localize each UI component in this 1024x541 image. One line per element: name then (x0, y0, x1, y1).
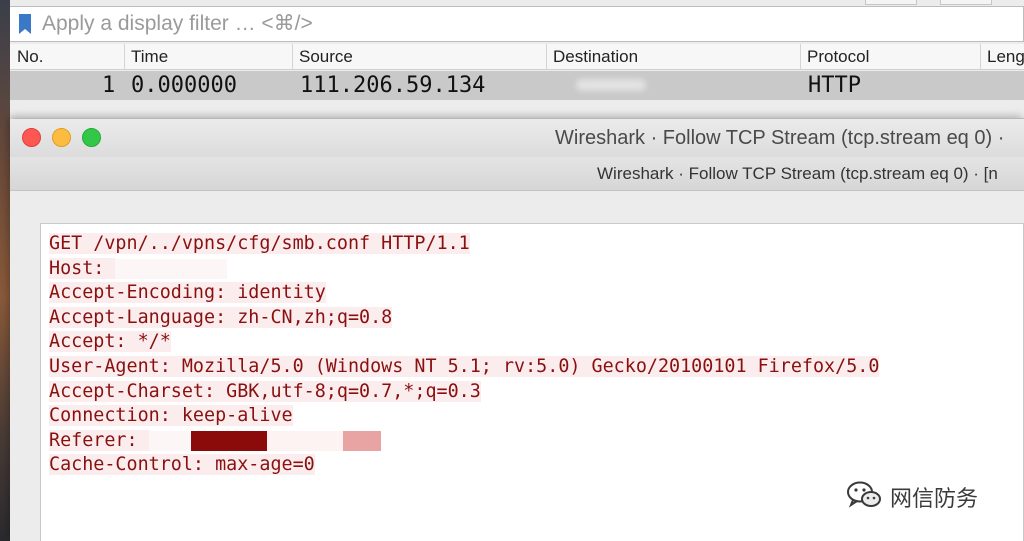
column-header-time[interactable]: Time (124, 44, 292, 70)
follow-tcp-stream-window: Wireshark · Follow TCP Stream (tcp.strea… (10, 118, 1024, 541)
stream-text: GET /vpn/../vpns/cfg/smb.conf HTTP/1.1 H… (49, 232, 880, 478)
watermark-text: 网信防务 (890, 486, 979, 511)
display-filter-bar (10, 6, 1024, 42)
redacted-referer (148, 430, 191, 451)
stream-line: Connection: keep-alive (49, 405, 293, 427)
stream-line: Cache-Control: max-age=0 (49, 454, 315, 476)
packet-no: 1 (102, 73, 116, 98)
toolbar-button[interactable] (940, 0, 992, 5)
packet-row[interactable]: 1 0.000000 111.206.59.134 HTTP (10, 71, 1024, 100)
packet-protocol: HTTP (808, 73, 861, 98)
window-title: Wireshark · Follow TCP Stream (tcp.strea… (555, 127, 1005, 149)
column-header-destination[interactable]: Destination (546, 44, 800, 70)
redacted-referer (342, 430, 381, 451)
stream-line: Accept: */* (49, 331, 171, 353)
column-header-protocol[interactable]: Protocol (800, 44, 980, 70)
stream-line: User-Agent: Mozilla/5.0 (Windows NT 5.1;… (49, 355, 880, 377)
stream-line: Referer: (49, 429, 879, 454)
watermark: 网信防务 (846, 480, 979, 515)
redacted-destination (576, 79, 646, 91)
bookmark-icon[interactable] (16, 11, 34, 37)
minimize-window-button[interactable] (52, 128, 71, 147)
stream-line: Host: (49, 257, 879, 282)
stream-subtitle: Wireshark · Follow TCP Stream (tcp.strea… (597, 164, 998, 183)
wechat-icon (846, 480, 882, 515)
zoom-window-button[interactable] (82, 128, 101, 147)
stream-line: Accept-Encoding: identity (49, 282, 326, 304)
stream-line: Accept-Charset: GBK,utf-8;q=0.7,*;q=0.3 (49, 380, 481, 402)
redacted-referer (190, 430, 267, 451)
toolbar-button[interactable] (865, 0, 917, 5)
stream-line: Accept-Language: zh-CN,zh;q=0.8 (49, 306, 393, 328)
window-titlebar[interactable]: Wireshark · Follow TCP Stream (tcp.strea… (10, 119, 1024, 157)
column-header-source[interactable]: Source (292, 44, 546, 70)
stream-line: GET /vpn/../vpns/cfg/smb.conf HTTP/1.1 (49, 233, 470, 254)
redacted-host (115, 258, 228, 279)
packet-list-header: No. Time Source Destination Protocol Len… (10, 44, 1024, 70)
column-header-length[interactable]: Leng (980, 44, 1024, 70)
redacted-referer (266, 430, 343, 451)
column-header-no[interactable]: No. (10, 44, 124, 70)
close-window-button[interactable] (22, 128, 41, 147)
packet-source: 111.206.59.134 (300, 73, 486, 98)
wireshark-main-window: No. Time Source Destination Protocol Len… (10, 0, 1024, 120)
packet-time: 0.000000 (131, 73, 237, 98)
display-filter-input[interactable] (42, 9, 1023, 39)
stream-subtitle-bar: Wireshark · Follow TCP Stream (tcp.strea… (10, 157, 1024, 191)
